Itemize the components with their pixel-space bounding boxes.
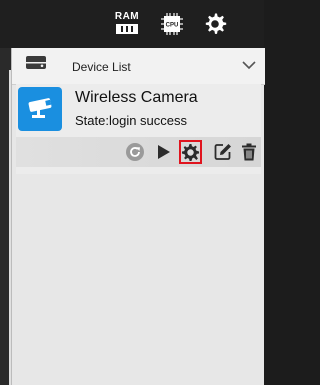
top-toolbar: RAM CPU (0, 0, 264, 48)
config-icon[interactable] (179, 140, 202, 164)
trash-icon[interactable] (238, 141, 260, 163)
edit-icon[interactable] (212, 141, 234, 163)
gear-icon[interactable] (203, 12, 227, 36)
ram-label: RAM (114, 11, 140, 22)
refresh-icon[interactable] (124, 141, 146, 163)
ram-icon[interactable]: RAM (114, 12, 140, 38)
device-list-panel: Device List Wireless Camera State:login … (11, 48, 265, 385)
device-state: State:login success (75, 113, 188, 128)
device-action-bar (16, 137, 261, 167)
device-list-title: Device List (72, 60, 131, 74)
device-list-header[interactable]: Device List (12, 48, 265, 85)
chevron-down-icon[interactable] (242, 57, 256, 70)
camera-icon (18, 87, 62, 131)
cpu-icon[interactable]: CPU (161, 13, 183, 35)
cpu-label: CPU (166, 23, 179, 29)
ram-chip-graphic (116, 24, 138, 34)
play-icon[interactable] (153, 141, 175, 163)
device-list-icon (25, 55, 47, 70)
left-side-strip (0, 48, 11, 385)
device-name: Wireless Camera (75, 89, 198, 106)
